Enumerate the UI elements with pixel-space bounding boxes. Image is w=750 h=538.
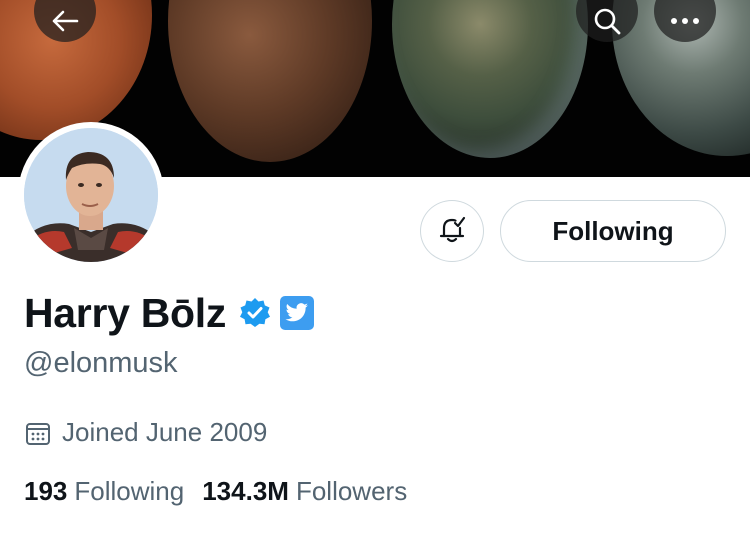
twitter-bird-icon [280,296,315,330]
name-row: Harry Bōlz [24,288,315,338]
followers-label: Followers [295,476,408,506]
followers-stat-link[interactable]: 134.3M Followers [202,476,407,507]
arrow-left-icon [51,0,79,33]
verified-badge-icon[interactable] [238,296,272,330]
more-dots-icon [670,0,700,25]
following-count: 193 [24,476,68,506]
avatar[interactable] [18,122,164,268]
followers-count: 134.3M [202,476,289,506]
banner-planet-terraformed [392,0,588,158]
display-name: Harry Bōlz [24,289,227,336]
bell-check-icon [437,214,467,249]
following-label: Following [74,476,185,506]
following-stat-link[interactable]: 193 Following [24,476,184,507]
following-button[interactable]: Following [500,200,726,262]
banner-planet-dark-mars [168,0,372,162]
follow-stats: 193 Following 134.3M Followers [24,476,425,507]
search-icon [592,0,622,36]
joined-date: Joined June 2009 [24,417,267,448]
profile-handle: @elonmusk [24,347,178,379]
notifications-button[interactable] [420,200,484,262]
profile-page: Following Harry Bōlz @elonmusk Joined Ju… [0,0,750,538]
joined-text: Joined June 2009 [62,417,268,447]
calendar-icon [24,419,52,447]
avatar-photo [24,128,158,262]
